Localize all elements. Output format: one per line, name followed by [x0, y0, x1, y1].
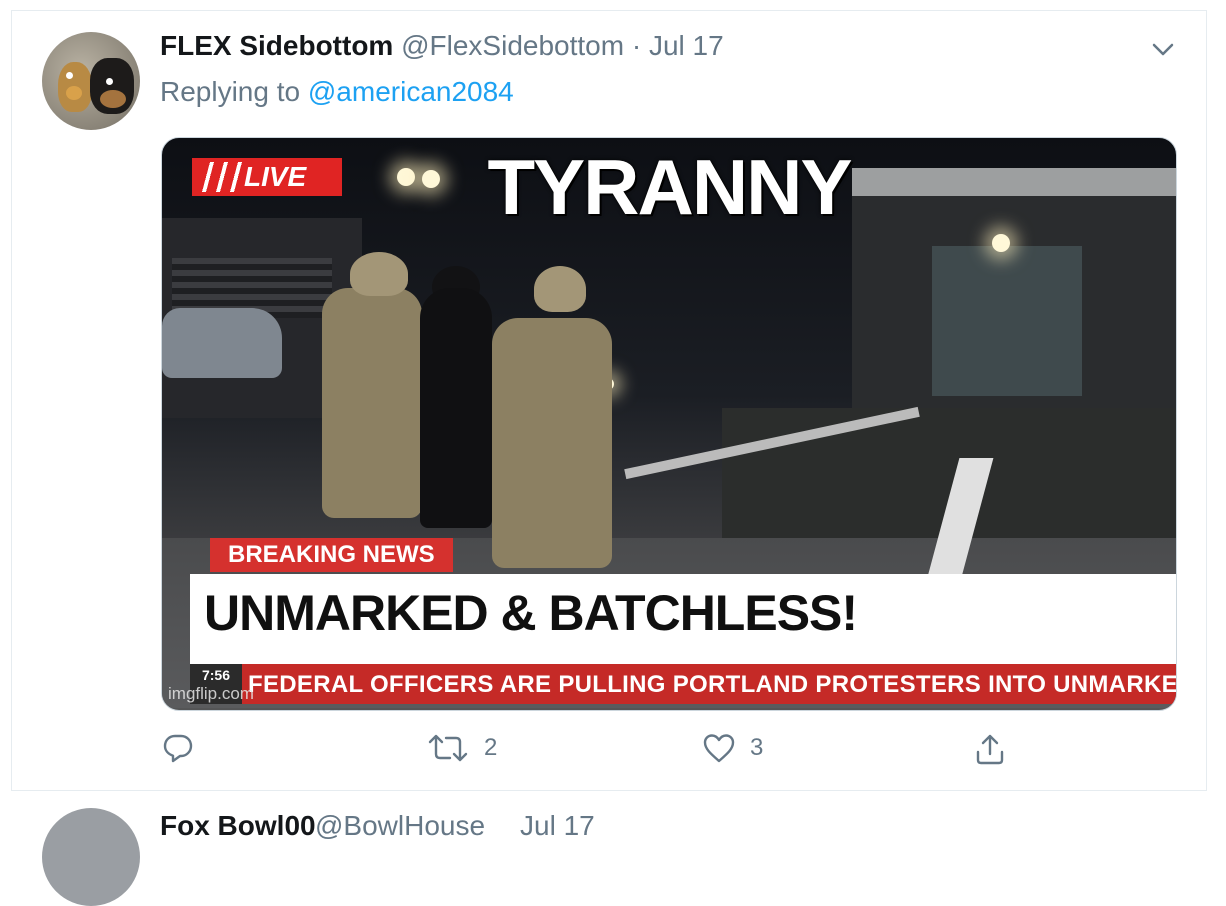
share-button[interactable]	[974, 732, 1006, 766]
street-light	[992, 234, 1010, 252]
lower-third-text: UNMARKED & BATCHLESS!	[204, 585, 858, 641]
author-name[interactable]: FLEX Sidebottom	[160, 30, 393, 61]
replying-to: Replying to @american2084	[160, 76, 514, 108]
parked-car	[162, 308, 282, 378]
shop-window	[932, 246, 1082, 396]
retweet-count: 2	[484, 734, 498, 761]
duck-eye	[66, 72, 73, 79]
next-tweet-author-name[interactable]: Fox Bowl00	[160, 810, 316, 842]
officer-right-helmet	[534, 266, 586, 312]
avatar[interactable]	[42, 32, 140, 130]
dog-eye	[106, 78, 113, 85]
tweet-date[interactable]: Jul 17	[649, 30, 724, 61]
header-separator: ·	[631, 30, 642, 61]
retweet-button[interactable]: 2	[426, 732, 497, 764]
retweet-icon	[426, 732, 470, 764]
like-count: 3	[750, 734, 764, 761]
news-ticker-text: FEDERAL OFFICERS ARE PULLING PORTLAND PR…	[248, 671, 1177, 698]
next-tweet-date[interactable]: Jul 17	[520, 810, 595, 842]
tweet-header: FLEX Sidebottom @FlexSidebottom · Jul 17	[160, 30, 724, 62]
replying-to-link[interactable]: @american2084	[308, 76, 514, 107]
tweet-image[interactable]: LIVE TYRANNY BREAKING NEWS UNMARKED & BA…	[161, 137, 1177, 711]
share-icon	[974, 732, 1006, 766]
image-watermark: imgflip.com	[168, 684, 254, 703]
chevron-down-icon[interactable]	[1150, 40, 1176, 60]
tweet-divider	[11, 790, 1207, 791]
reply-icon	[162, 732, 194, 764]
reply-button[interactable]	[162, 732, 194, 764]
dog-snout	[100, 90, 126, 108]
replying-to-label: Replying to	[160, 76, 301, 107]
officer-right	[492, 318, 612, 568]
duck-beak	[66, 86, 82, 100]
like-icon	[702, 732, 736, 764]
officer-left-helmet	[350, 252, 408, 296]
meme-headline: TYRANNY	[487, 143, 852, 231]
like-button[interactable]: 3	[702, 732, 763, 764]
author-handle[interactable]: @FlexSidebottom	[401, 30, 624, 61]
protester	[420, 288, 492, 528]
officer-left	[322, 288, 422, 518]
breaking-news-label: BREAKING NEWS	[210, 538, 453, 572]
next-tweet-author-handle[interactable]: @BowlHouse	[315, 810, 485, 842]
next-tweet-avatar[interactable]	[42, 808, 140, 906]
